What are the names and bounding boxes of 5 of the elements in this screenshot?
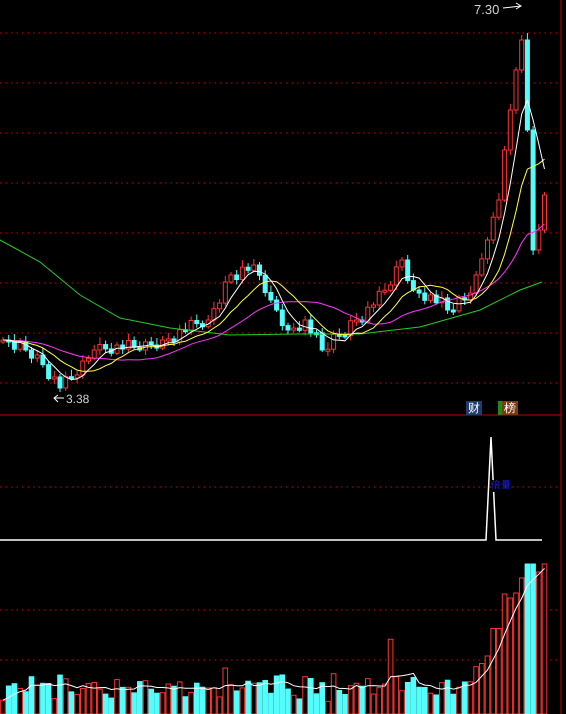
badge[interactable]: 财 (466, 401, 482, 415)
badge[interactable]: 榜 (498, 401, 518, 415)
low-price-label: 3.38 (66, 391, 90, 408)
volume-signal-label: 倍量 (491, 480, 511, 492)
high-price-label: 7.30 (474, 1, 500, 19)
